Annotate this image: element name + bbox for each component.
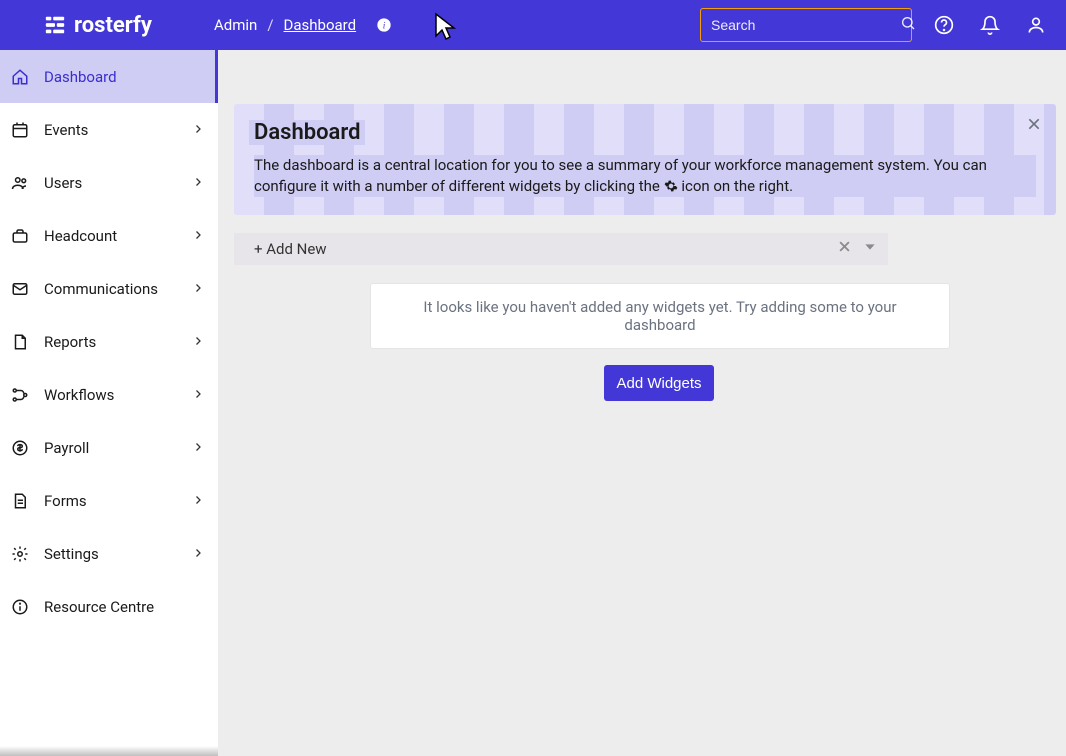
sidebar-item-resource-centre[interactable]: Resource Centre	[0, 580, 218, 633]
svg-text:i: i	[383, 21, 386, 31]
sidebar-item-payroll[interactable]: Payroll	[0, 421, 218, 474]
sidebar-item-label: Communications	[44, 280, 158, 298]
breadcrumb: Admin / Dashboard i	[214, 16, 392, 34]
info-circle-icon[interactable]: i	[376, 17, 392, 33]
breadcrumb-root[interactable]: Admin	[214, 16, 257, 34]
chevron-right-icon	[192, 280, 204, 298]
sidebar-item-workflows[interactable]: Workflows	[0, 368, 218, 421]
widget-section-bar: + Add New	[234, 233, 888, 265]
sidebar-item-reports[interactable]: Reports	[0, 315, 218, 368]
sidebar-item-users[interactable]: Users	[0, 156, 218, 209]
sidebar-item-label: Users	[44, 174, 82, 192]
sidebar-item-label: Headcount	[44, 227, 117, 245]
breadcrumb-current[interactable]: Dashboard	[284, 16, 357, 34]
briefcase-icon	[10, 227, 30, 245]
info-icon	[10, 598, 30, 616]
form-icon	[10, 492, 30, 510]
chevron-right-icon	[192, 439, 204, 457]
chevron-down-icon[interactable]	[862, 239, 878, 259]
gear-icon	[664, 179, 678, 193]
chevron-right-icon	[192, 227, 204, 245]
home-icon	[10, 68, 30, 86]
add-widgets-button[interactable]: Add Widgets	[604, 365, 714, 401]
sidebar-item-label: Workflows	[44, 386, 114, 404]
logo-mark-icon	[44, 14, 66, 36]
workflow-icon	[10, 386, 30, 404]
header-actions	[934, 15, 1046, 35]
sidebar-item-label: Resource Centre	[44, 598, 154, 616]
banner-text: The dashboard is a central location for …	[254, 155, 1036, 197]
app-header: rosterfy Admin / Dashboard i	[0, 0, 1066, 50]
sidebar-item-forms[interactable]: Forms	[0, 474, 218, 527]
breadcrumb-sep: /	[267, 16, 273, 34]
file-icon	[10, 333, 30, 351]
calendar-icon	[10, 121, 30, 139]
users-icon	[10, 174, 30, 192]
sidebar-item-dashboard[interactable]: Dashboard	[0, 50, 218, 103]
help-icon[interactable]	[934, 15, 954, 35]
gear-icon	[10, 545, 30, 563]
brand-name: rosterfy	[74, 13, 152, 38]
chevron-right-icon	[192, 174, 204, 192]
sidebar-item-events[interactable]: Events	[0, 103, 218, 156]
sidebar-item-communications[interactable]: Communications	[0, 262, 218, 315]
empty-state-message: It looks like you haven't added any widg…	[370, 283, 950, 349]
chevron-right-icon	[192, 545, 204, 563]
user-icon[interactable]	[1026, 15, 1046, 35]
chevron-right-icon	[192, 333, 204, 351]
mail-icon	[10, 280, 30, 298]
chevron-right-icon	[192, 386, 204, 404]
sidebar-item-label: Dashboard	[44, 68, 117, 86]
sidebar-item-label: Reports	[44, 333, 96, 351]
search-input[interactable]	[711, 17, 892, 33]
add-new-label[interactable]: + Add New	[254, 240, 327, 258]
global-search[interactable]	[700, 8, 912, 42]
sidebar-item-label: Settings	[44, 545, 99, 563]
sidebar-item-settings[interactable]: Settings	[0, 527, 218, 580]
sidebar-nav: Dashboard Events Users Headcount	[0, 50, 218, 756]
brand-logo[interactable]: rosterfy	[44, 13, 152, 38]
close-icon[interactable]	[1026, 116, 1042, 136]
bell-icon[interactable]	[980, 15, 1000, 35]
sidebar-item-label: Events	[44, 121, 88, 139]
chevron-right-icon	[192, 492, 204, 510]
banner-title: Dashboard	[254, 120, 360, 145]
search-icon[interactable]	[900, 15, 916, 35]
sidebar-item-label: Forms	[44, 492, 87, 510]
dollar-icon	[10, 439, 30, 457]
chevron-right-icon	[192, 121, 204, 139]
sidebar-item-label: Payroll	[44, 439, 89, 457]
main-content: Dashboard The dashboard is a central loc…	[218, 50, 1066, 756]
sidebar-item-headcount[interactable]: Headcount	[0, 209, 218, 262]
dashboard-info-banner: Dashboard The dashboard is a central loc…	[234, 104, 1056, 215]
close-icon[interactable]	[837, 239, 852, 259]
